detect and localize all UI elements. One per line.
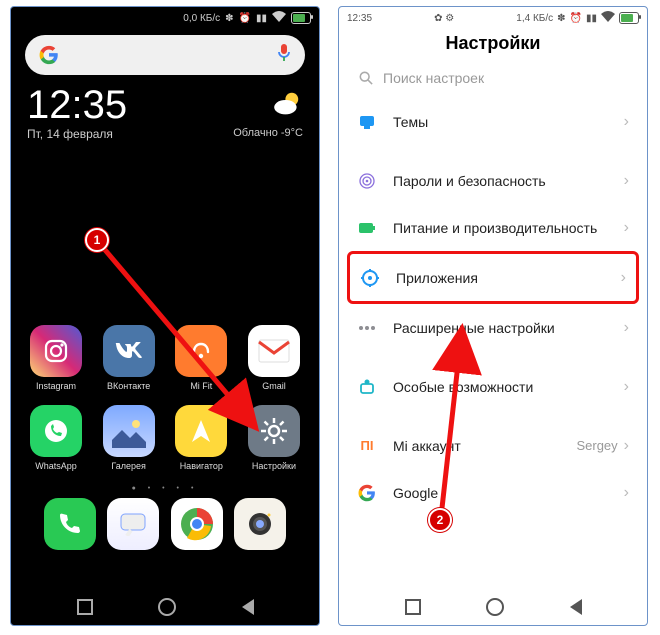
- clock-time: 12:35: [27, 85, 127, 125]
- signal-icon: ▮▮: [256, 13, 267, 24]
- phone-home-screen: 0,0 КБ/с ✽ ⏰ ▮▮ 12:35 Пт, 14 февраля Обл…: [10, 6, 320, 626]
- nav-bar: [339, 593, 647, 621]
- clock-date: Пт, 14 февраля: [27, 127, 127, 141]
- google-logo-icon: [357, 483, 377, 503]
- account-name: Sergey: [576, 438, 617, 453]
- app-whatsapp[interactable]: WhatsApp: [25, 405, 87, 471]
- app-settings[interactable]: Настройки: [243, 405, 305, 471]
- search-placeholder: Поиск настроек: [383, 70, 484, 86]
- chevron-right-icon: ›: [624, 219, 629, 237]
- weather-icon: [271, 88, 303, 120]
- vk-icon: [114, 342, 144, 360]
- chevron-right-icon: ›: [624, 319, 629, 337]
- settings-item-battery[interactable]: Питание и производительность ›: [339, 204, 647, 251]
- wifi-icon: [272, 11, 286, 25]
- settings-item-advanced[interactable]: Расширенные настройки ›: [339, 304, 647, 351]
- alarm-icon: ⏰: [570, 13, 582, 24]
- settings-item-mi-account[interactable]: ΠI Mi аккаунт Sergey ›: [339, 422, 647, 469]
- settings-list: Темы › Пароли и безопасность › Питание и…: [339, 98, 647, 516]
- mi-logo-icon: ΠI: [357, 436, 377, 456]
- weather-text: Облачно -9°C: [233, 127, 303, 139]
- page-indicator: ● • • • •: [25, 485, 305, 492]
- accessibility-icon: [357, 377, 377, 397]
- app-instagram[interactable]: Instagram: [25, 325, 87, 391]
- dots-icon: [357, 318, 377, 338]
- settings-item-themes[interactable]: Темы ›: [339, 98, 647, 145]
- google-logo-icon: [39, 45, 59, 65]
- nav-back[interactable]: [570, 599, 582, 615]
- whatsapp-icon: [41, 416, 71, 446]
- app-grid: Instagram ВКонтакте Mi Fit Gmail: [11, 325, 319, 550]
- app-navigator[interactable]: Навигатор: [170, 405, 232, 471]
- net-speed: 0,0 КБ/с: [183, 13, 220, 24]
- battery-icon: [619, 12, 639, 24]
- dock-phone[interactable]: [39, 498, 101, 550]
- nav-home[interactable]: [158, 598, 176, 616]
- navigator-icon: [188, 418, 214, 444]
- fingerprint-icon: [357, 171, 377, 191]
- phone-icon: [57, 511, 83, 537]
- settings-search[interactable]: Поиск настроек: [339, 62, 647, 94]
- nav-back[interactable]: [242, 599, 254, 615]
- step-badge-2: 2: [428, 508, 452, 532]
- instagram-icon: [42, 337, 70, 365]
- chevron-right-icon: ›: [624, 172, 629, 190]
- battery-setting-icon: [357, 218, 377, 238]
- nav-home[interactable]: [486, 598, 504, 616]
- page-title: Настройки: [339, 33, 647, 54]
- bluetooth-icon: ✽: [557, 13, 565, 24]
- status-bar: 12:35 ✿ ⚙ 1,4 КБ/с ✽ ⏰ ▮▮: [339, 7, 647, 29]
- net-speed: 1,4 КБ/с: [516, 13, 553, 24]
- chevron-right-icon: ›: [624, 437, 629, 455]
- chevron-right-icon: ›: [624, 378, 629, 396]
- clock-weather-widget[interactable]: 12:35 Пт, 14 февраля Облачно -9°C: [11, 81, 319, 149]
- settings-item-accessibility[interactable]: Особые возможности ›: [339, 363, 647, 410]
- chrome-icon: [179, 506, 215, 542]
- phone-settings-screen: 12:35 ✿ ⚙ 1,4 КБ/с ✽ ⏰ ▮▮ Настройки Поис…: [338, 6, 648, 626]
- app-gmail[interactable]: Gmail: [243, 325, 305, 391]
- app-vk[interactable]: ВКонтакте: [98, 325, 160, 391]
- gmail-icon: [257, 338, 291, 364]
- app-row: Instagram ВКонтакте Mi Fit Gmail: [25, 325, 305, 391]
- dock: [25, 498, 305, 550]
- battery-icon: [291, 12, 311, 24]
- settings-item-google[interactable]: Google ›: [339, 469, 647, 516]
- camera-icon: [245, 509, 275, 539]
- google-search-bar[interactable]: [25, 35, 305, 75]
- wifi-icon: [601, 11, 615, 25]
- dock-camera[interactable]: [229, 498, 291, 550]
- apps-icon: [360, 268, 380, 288]
- dock-messages[interactable]: [102, 498, 164, 550]
- nav-recent[interactable]: [405, 599, 421, 615]
- dock-chrome[interactable]: [166, 498, 228, 550]
- settings-item-apps[interactable]: Приложения ›: [347, 251, 639, 304]
- chevron-right-icon: ›: [621, 269, 626, 287]
- nav-bar: [11, 593, 319, 621]
- settings-item-security[interactable]: Пароли и безопасность ›: [339, 157, 647, 204]
- signal-icon: ▮▮: [586, 13, 597, 24]
- chevron-right-icon: ›: [624, 484, 629, 502]
- themes-icon: [357, 112, 377, 132]
- status-bar: 0,0 КБ/с ✽ ⏰ ▮▮: [11, 7, 319, 29]
- search-icon: [359, 71, 373, 85]
- app-mifit[interactable]: Mi Fit: [170, 325, 232, 391]
- nav-recent[interactable]: [77, 599, 93, 615]
- chevron-right-icon: ›: [624, 113, 629, 131]
- gallery-icon: [112, 414, 146, 448]
- gear-icon: [259, 416, 289, 446]
- step-badge-1: 1: [85, 228, 109, 252]
- mic-icon[interactable]: [277, 44, 291, 67]
- bluetooth-icon: ✽: [225, 13, 233, 24]
- app-gallery[interactable]: Галерея: [98, 405, 160, 471]
- alarm-icon: ⏰: [239, 13, 251, 24]
- mifit-icon: [175, 325, 227, 377]
- status-time: 12:35: [347, 13, 372, 24]
- app-row: WhatsApp Галерея Навигатор Настройки: [25, 405, 305, 471]
- messages-icon: [119, 512, 147, 536]
